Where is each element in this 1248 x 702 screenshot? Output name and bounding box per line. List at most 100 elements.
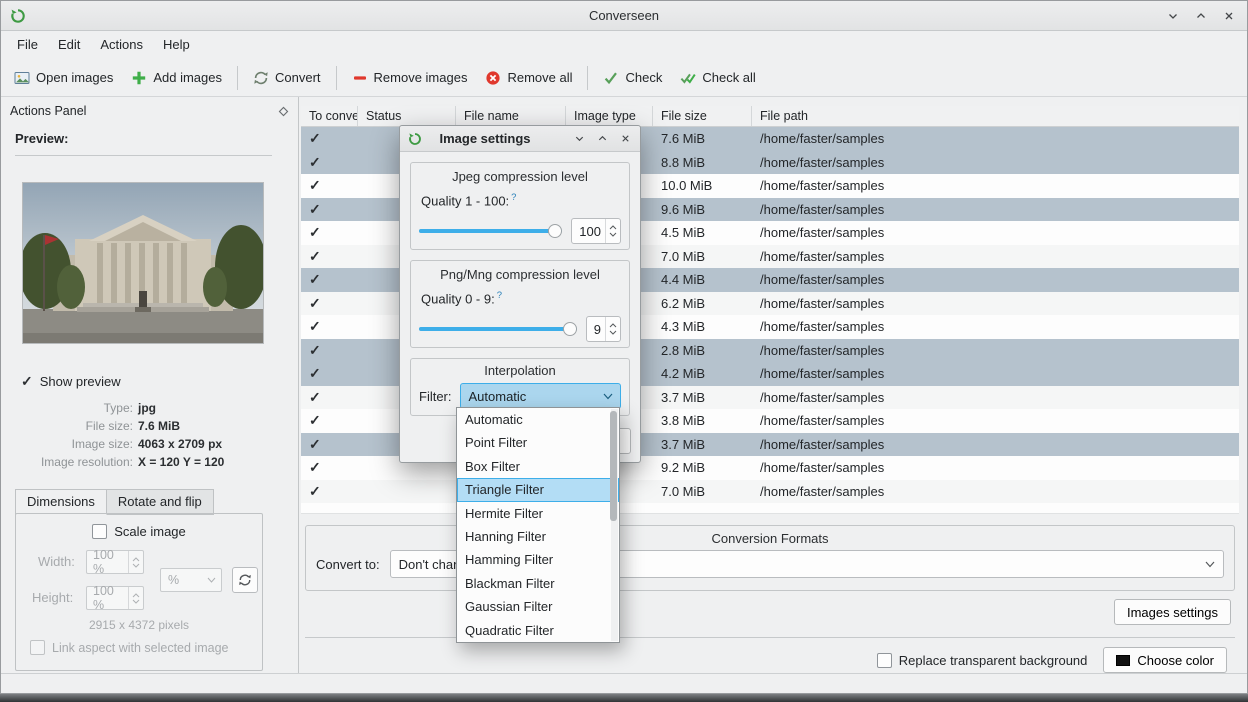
filter-combobox[interactable]: Automatic [460, 383, 622, 409]
png-quality-spinbox[interactable]: 9 [586, 316, 621, 342]
checkbox-box-icon [92, 524, 107, 539]
refresh-dimensions-button[interactable] [232, 567, 258, 593]
scale-image-checkbox[interactable]: Scale image [16, 524, 262, 539]
filter-option[interactable]: Box Filter [457, 455, 619, 478]
titlebar[interactable]: Converseen [1, 1, 1247, 31]
png-quality-slider[interactable] [419, 321, 577, 337]
dialog-minimize-icon[interactable] [572, 132, 586, 146]
jpeg-quality-label: Quality 1 - 100: [421, 193, 509, 208]
filter-option[interactable]: Point Filter [457, 431, 619, 454]
filter-dropdown-items: AutomaticPoint FilterBox FilterTriangle … [457, 408, 619, 642]
add-images-button[interactable]: Add images [122, 65, 231, 91]
table-row[interactable]: ✓7.0 MiB/home/faster/samples [301, 480, 1239, 504]
show-preview-checkbox[interactable]: ✓ Show preview [21, 373, 121, 390]
conversion-formats-title: Conversion Formats [306, 531, 1234, 546]
cell-to-convert: ✓ [301, 292, 358, 316]
tab-dimensions[interactable]: Dimensions [15, 489, 107, 515]
filter-label: Filter: [419, 389, 452, 404]
width-label: Width: [38, 554, 75, 569]
filter-option[interactable]: Hamming Filter [457, 548, 619, 571]
filter-option[interactable]: Blackman Filter [457, 572, 619, 595]
remove-all-icon [485, 70, 501, 86]
check-all-button[interactable]: Check all [671, 65, 764, 91]
interpolation-title: Interpolation [419, 363, 621, 378]
open-images-icon [14, 70, 30, 86]
width-spinbox[interactable]: 100 % [86, 550, 144, 574]
cell-file-size: 4.3 MiB [653, 315, 752, 339]
cell-file-size: 10.0 MiB [653, 174, 752, 198]
slider-handle[interactable] [548, 224, 562, 238]
cell-file-path: /home/faster/samples [752, 151, 1239, 175]
jpeg-quality-slider[interactable] [419, 223, 562, 239]
replace-transparent-background-checkbox[interactable]: Replace transparent background [877, 653, 1088, 668]
cell-file-size: 4.4 MiB [653, 268, 752, 292]
unit-combobox[interactable]: % [160, 568, 222, 592]
column-header-file-name[interactable]: File name [456, 106, 566, 126]
cell-to-convert: ✓ [301, 151, 358, 175]
toolbar-separator [336, 66, 337, 90]
png-quality-value: 9 [587, 322, 605, 337]
close-icon[interactable] [1221, 8, 1237, 24]
cell-file-size: 7.0 MiB [653, 245, 752, 269]
menu-help[interactable]: Help [153, 32, 200, 58]
check-button[interactable]: Check [594, 65, 671, 91]
filter-option[interactable]: Quadratic Filter [457, 619, 619, 642]
cell-file-size: 7.6 MiB [653, 127, 752, 151]
divider [15, 155, 272, 156]
cell-to-convert: ✓ [301, 315, 358, 339]
filter-option[interactable]: Hanning Filter [457, 525, 619, 548]
slider-handle[interactable] [563, 322, 577, 336]
cell-file-size: 3.7 MiB [653, 433, 752, 457]
dialog-titlebar[interactable]: Image settings [400, 126, 640, 152]
column-header-image-type[interactable]: Image type [566, 106, 653, 126]
jpeg-quality-spinbox[interactable]: 100 [571, 218, 621, 244]
dialog-maximize-icon[interactable] [595, 132, 609, 146]
link-aspect-label: Link aspect with selected image [52, 641, 228, 655]
help-link[interactable]: ? [497, 290, 502, 301]
cell-file-path: /home/faster/samples [752, 315, 1239, 339]
maximize-icon[interactable] [1193, 8, 1209, 24]
dropdown-scrollbar-track[interactable] [611, 409, 618, 641]
column-header-file-path[interactable]: File path [752, 106, 1239, 126]
menu-actions[interactable]: Actions [90, 32, 153, 58]
checkbox-box-icon [30, 640, 45, 655]
filter-option[interactable]: Hermite Filter [457, 502, 619, 525]
menu-edit[interactable]: Edit [48, 32, 90, 58]
tab-rotate-and-flip[interactable]: Rotate and flip [107, 489, 214, 515]
unit-value: % [161, 573, 207, 587]
remove-images-button[interactable]: Remove images [343, 65, 477, 91]
column-header-file-size[interactable]: File size [653, 106, 752, 126]
cell-file-size: 9.6 MiB [653, 198, 752, 222]
height-spinbox[interactable]: 100 % [86, 586, 144, 610]
choose-color-button[interactable]: Choose color [1103, 647, 1227, 673]
panel-float-icon[interactable] [278, 106, 289, 117]
open-images-button[interactable]: Open images [5, 65, 122, 91]
remove-all-button[interactable]: Remove all [476, 65, 581, 91]
dialog-close-icon[interactable] [618, 132, 632, 146]
column-header-to-convert[interactable]: To convert [301, 106, 358, 126]
link-aspect-checkbox[interactable]: Link aspect with selected image [30, 640, 228, 655]
filter-option[interactable]: Automatic [457, 408, 619, 431]
main-window: Converseen File Edit Actions Help [0, 0, 1248, 694]
choose-color-label: Choose color [1137, 653, 1214, 668]
convert-button[interactable]: Convert [244, 65, 330, 91]
check-icon [603, 70, 619, 86]
window-shadow [0, 694, 1248, 702]
filter-option[interactable]: Triangle Filter [457, 478, 619, 501]
panel-tabs: Dimensions Rotate and flip [15, 489, 214, 515]
height-label: Height: [32, 590, 73, 605]
column-header-status[interactable]: Status [358, 106, 456, 126]
minimize-icon[interactable] [1165, 8, 1181, 24]
check-all-icon [680, 70, 696, 86]
remove-images-label: Remove images [374, 70, 468, 85]
filter-option[interactable]: Gaussian Filter [457, 595, 619, 618]
cell-file-path: /home/faster/samples [752, 339, 1239, 363]
filter-selected-value: Automatic [461, 389, 604, 404]
dropdown-scrollbar-thumb[interactable] [610, 411, 617, 521]
window-title: Converseen [1, 8, 1247, 23]
help-link[interactable]: ? [511, 192, 516, 203]
images-settings-button[interactable]: Images settings [1114, 599, 1231, 625]
cell-file-path: /home/faster/samples [752, 480, 1239, 504]
spin-arrows-icon [128, 551, 143, 573]
menu-file[interactable]: File [7, 32, 48, 58]
